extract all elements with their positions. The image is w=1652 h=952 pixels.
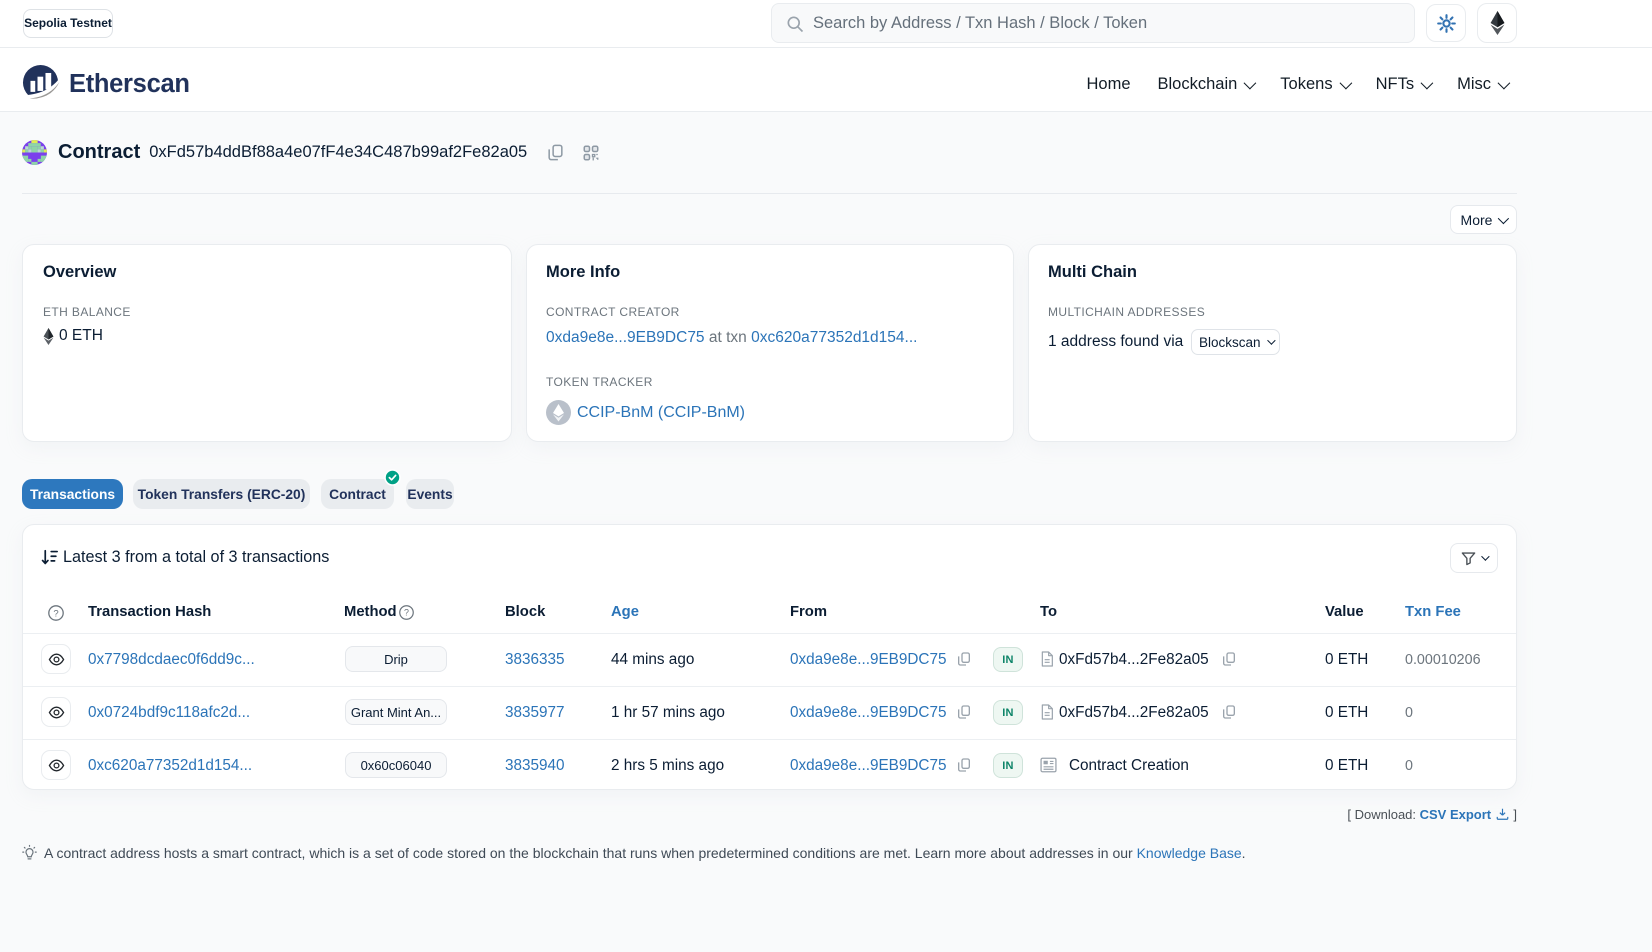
svg-text:?: ?	[53, 608, 58, 619]
svg-text:?: ?	[404, 608, 409, 618]
